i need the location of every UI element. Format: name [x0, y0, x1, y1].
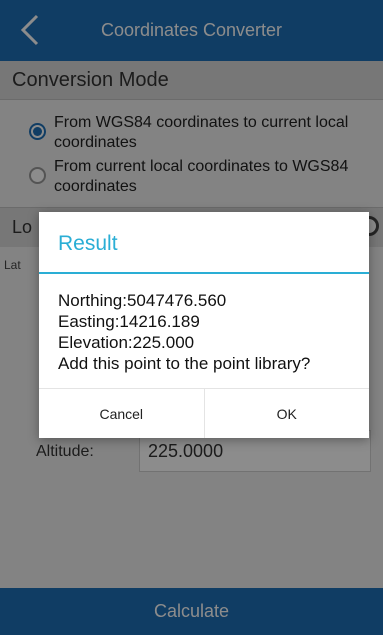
elevation-text: Elevation:225.000 — [58, 333, 195, 352]
dialog-message: Northing:5047476.560 Easting:14216.189 E… — [58, 290, 358, 374]
result-dialog: Result Northing:5047476.560 Easting:1421… — [39, 212, 369, 438]
add-point-question: Add this point to the point library? — [58, 354, 311, 373]
northing-text: Northing:5047476.560 — [58, 291, 227, 310]
easting-text: Easting:14216.189 — [58, 312, 200, 331]
dialog-divider — [39, 272, 369, 274]
dialog-title: Result — [58, 232, 118, 255]
ok-button[interactable]: OK — [205, 389, 370, 438]
cancel-button[interactable]: Cancel — [39, 389, 205, 438]
dialog-button-bar: Cancel OK — [39, 388, 369, 438]
